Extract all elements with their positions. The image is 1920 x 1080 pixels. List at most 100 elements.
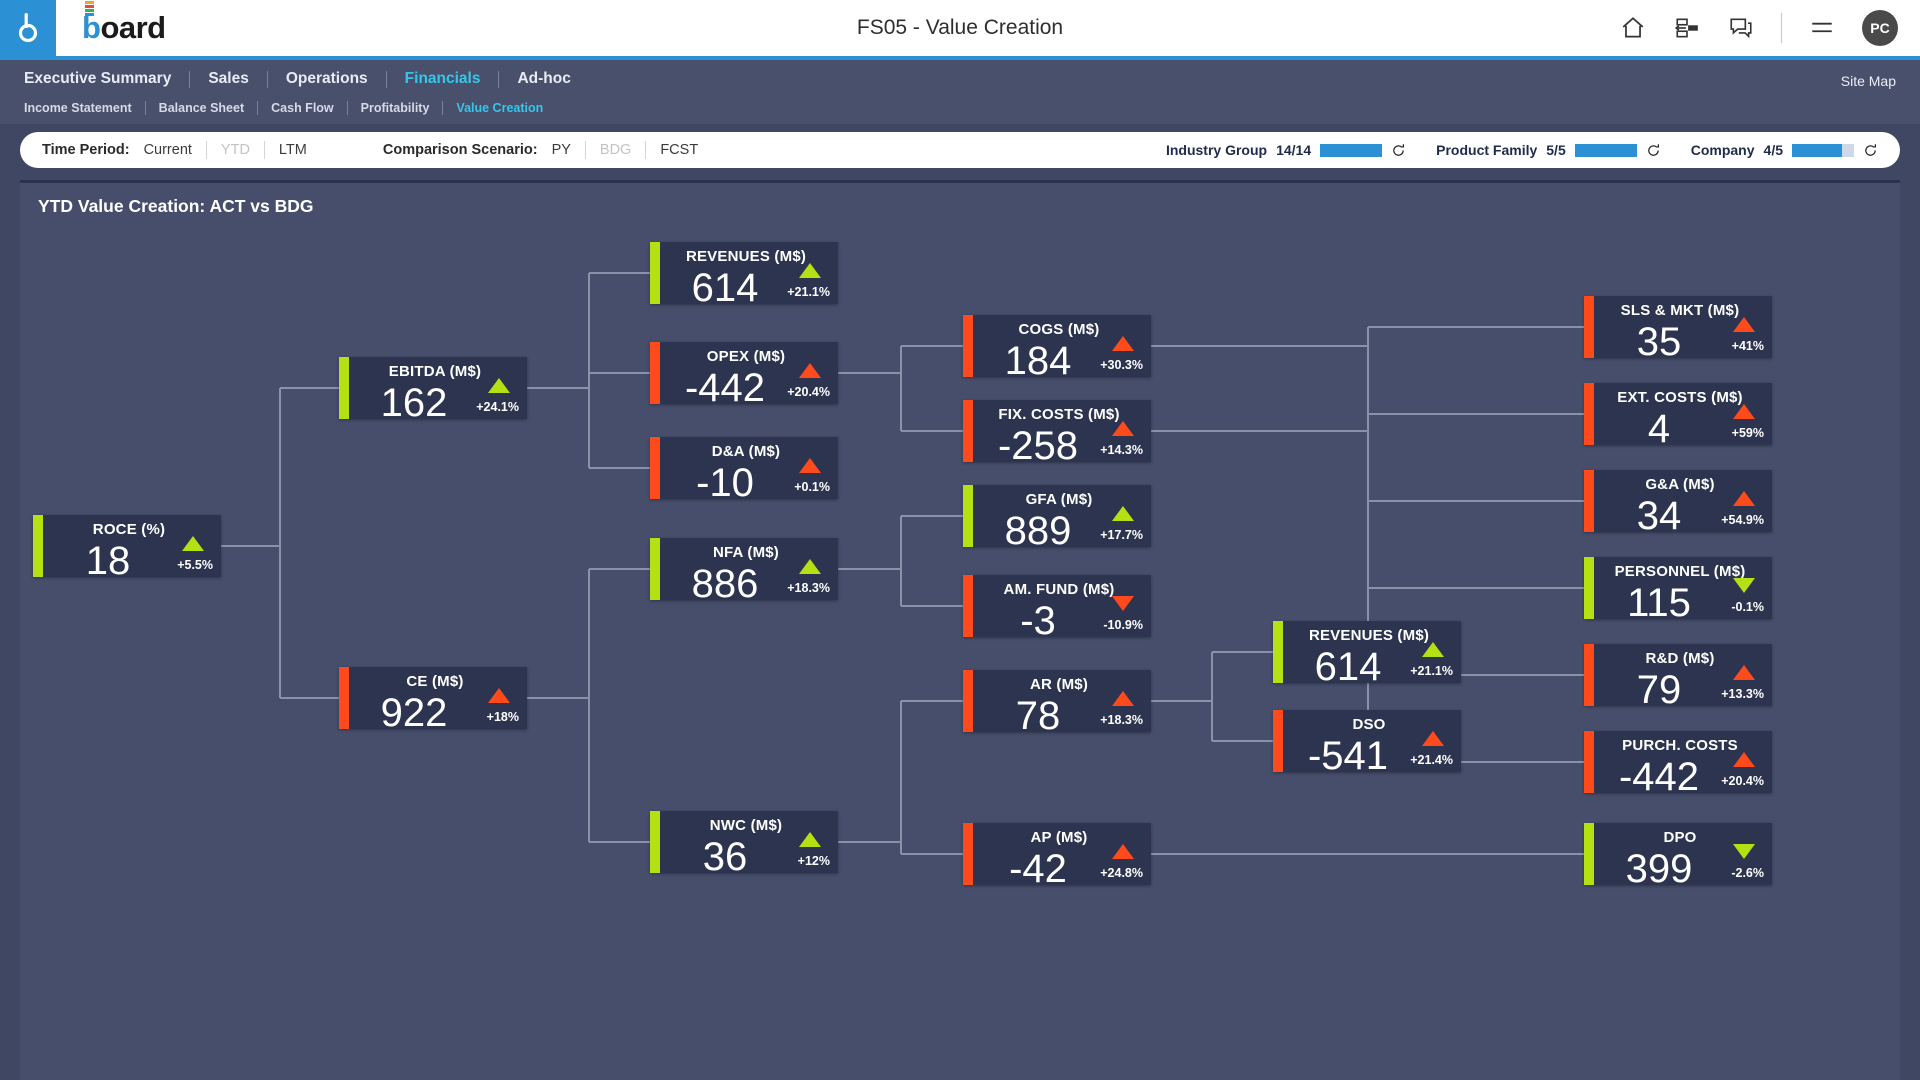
kpi-body: PERSONNEL (M$) 115 -0.1% [1594,557,1772,619]
kpi-card-personnel[interactable]: PERSONNEL (M$) 115 -0.1% [1584,557,1772,619]
kpi-card-amfund[interactable]: AM. FUND (M$) -3 -10.9% [963,575,1151,637]
kpi-card-ar[interactable]: AR (M$) 78 +18.3% [963,670,1151,732]
site-map-link[interactable]: Site Map [1841,73,1896,89]
connector-line [588,569,590,842]
kpi-card-gfa[interactable]: GFA (M$) 889 +17.7% [963,485,1151,547]
reset-icon[interactable] [1391,143,1406,158]
kpi-delta: +18% [486,710,519,724]
comparison-option-py[interactable]: PY [538,142,585,158]
kpi-card-revenues2[interactable]: REVENUES (M$) 614 +21.1% [1273,621,1461,683]
connector-line [527,387,589,389]
kpi-delta: +20.4% [787,385,830,399]
home-icon[interactable] [1619,14,1647,42]
kpi-card-nfa[interactable]: NFA (M$) 886 +18.3% [650,538,838,600]
kpi-card-roce[interactable]: ROCE (%) 18 +5.5% [33,515,221,577]
kpi-delta: +17.7% [1100,528,1143,542]
connector-line [589,372,650,374]
trend-arrow-up-icon [488,688,510,703]
kpi-card-da[interactable]: D&A (M$) -10 +0.1% [650,437,838,499]
value-creation-panel: YTD Value Creation: ACT vs BDG ROCE (%) 1… [20,180,1900,1080]
avatar[interactable]: PC [1862,10,1898,46]
connector-line [1368,853,1584,855]
kpi-card-ce[interactable]: CE (M$) 922 +18% [339,667,527,729]
kpi-card-purchcosts[interactable]: PURCH. COSTS -442 +20.4% [1584,731,1772,793]
trend-arrow-down-icon [1733,844,1755,859]
kpi-card-opex[interactable]: OPEX (M$) -442 +20.4% [650,342,838,404]
brand-wordmark: board [56,1,166,46]
brand-name: board [82,1,166,46]
kpi-card-ap[interactable]: AP (M$) -42 +24.8% [963,823,1151,885]
trend-arrow-up-icon [1112,506,1134,521]
kpi-card-ebitda[interactable]: EBITDA (M$) 162 +24.1% [339,357,527,419]
kpi-body: REVENUES (M$) 614 +21.1% [1283,621,1461,683]
nav-item-executive-summary[interactable]: Executive Summary [24,70,189,88]
kpi-card-revenues1[interactable]: REVENUES (M$) 614 +21.1% [650,242,838,304]
selector-progress-bar[interactable] [1320,143,1383,157]
nav-item-ad-hoc[interactable]: Ad-hoc [499,70,588,88]
subnav-item-balance-sheet[interactable]: Balance Sheet [146,101,257,115]
kpi-card-dpo[interactable]: DPO 399 -2.6% [1584,823,1772,885]
kpi-status-bar [963,400,973,462]
kpi-body: AR (M$) 78 +18.3% [973,670,1151,732]
kpi-card-cogs[interactable]: COGS (M$) 184 +30.3% [963,315,1151,377]
connector-line [1368,587,1584,589]
kpi-body: DSO -541 +21.4% [1283,710,1461,772]
board-b-mark-icon [18,13,38,43]
kpi-status-bar [650,242,660,304]
kpi-status-bar [1584,644,1594,706]
connector-line [1368,326,1584,328]
kpi-card-fixcosts[interactable]: FIX. COSTS (M$) -258 +14.3% [963,400,1151,462]
kpi-body: DPO 399 -2.6% [1594,823,1772,885]
nav-item-sales[interactable]: Sales [190,70,267,88]
board-logo-square[interactable] [0,0,56,56]
kpi-delta: +24.8% [1100,866,1143,880]
time-period-option-current[interactable]: Current [130,142,206,158]
selector-progress-bar[interactable] [1792,143,1854,157]
connector-line [901,700,963,702]
trend-arrow-up-icon [799,832,821,847]
secondary-nav: Income Statement Balance Sheet Cash Flow Pr… [0,96,1920,120]
hamburger-menu-icon[interactable] [1808,14,1836,42]
layout-panel-icon[interactable] [1673,14,1701,42]
kpi-delta: -10.9% [1103,618,1143,632]
kpi-delta: +20.4% [1721,774,1764,788]
reset-icon[interactable] [1863,143,1878,158]
subnav-item-cash-flow[interactable]: Cash Flow [258,101,347,115]
trend-arrow-up-icon [1733,752,1755,767]
kpi-card-rd[interactable]: R&D (M$) 79 +13.3% [1584,644,1772,706]
kpi-card-extcosts[interactable]: EXT. COSTS (M$) 4 +59% [1584,383,1772,445]
selector-progress-bar[interactable] [1574,143,1637,157]
kpi-status-bar [1584,470,1594,532]
dimension-selectors: Industry Group 14/14 Product Family 5/5 Comp… [1136,142,1878,158]
nav-item-operations[interactable]: Operations [268,70,386,88]
kpi-body: EBITDA (M$) 162 +24.1% [349,357,527,419]
selector-industry-group[interactable]: Industry Group 14/14 [1166,142,1406,158]
kpi-status-bar [963,670,973,732]
trend-arrow-up-icon [1733,317,1755,332]
nav-item-financials[interactable]: Financials [387,70,499,88]
chat-icon[interactable] [1727,14,1755,42]
kpi-status-bar [1584,383,1594,445]
connector-line [589,841,650,843]
subnav-item-income-statement[interactable]: Income Statement [24,101,145,115]
time-period-option-ltm[interactable]: LTM [265,142,321,158]
time-period-option-ytd[interactable]: YTD [207,142,264,158]
kpi-delta: +5.5% [177,558,213,572]
reset-icon[interactable] [1646,143,1661,158]
kpi-card-dso[interactable]: DSO -541 +21.4% [1273,710,1461,772]
subnav-item-value-creation[interactable]: Value Creation [443,101,556,115]
selector-product-family[interactable]: Product Family 5/5 [1436,142,1661,158]
kpi-card-nwc[interactable]: NWC (M$) 36 +12% [650,811,838,873]
kpi-delta: +24.1% [476,400,519,414]
selector-company[interactable]: Company 4/5 [1691,142,1878,158]
comparison-option-bdg[interactable]: BDG [586,142,645,158]
comparison-scenario-options: PY BDG FCST [538,141,713,159]
connector-line [1151,700,1212,702]
comparison-option-fcst[interactable]: FCST [646,142,712,158]
kpi-card-slsmkt[interactable]: SLS & MKT (M$) 35 +41% [1584,296,1772,358]
kpi-body: G&A (M$) 34 +54.9% [1594,470,1772,532]
subnav-item-profitability[interactable]: Profitability [348,101,443,115]
kpi-status-bar [1273,710,1283,772]
kpi-card-ga[interactable]: G&A (M$) 34 +54.9% [1584,470,1772,532]
connector-line [900,346,902,431]
